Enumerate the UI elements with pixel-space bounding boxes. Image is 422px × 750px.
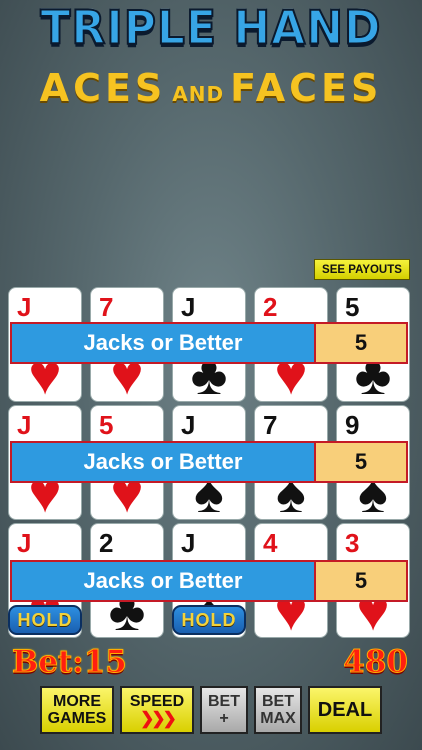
- bet-max-line2: MAX: [260, 710, 296, 727]
- card-rank: 7: [263, 410, 278, 440]
- more-games-line1: MORE: [53, 693, 101, 710]
- game-title-text: TRIPLE HAND: [39, 0, 382, 56]
- see-payouts-button[interactable]: SEE PAYOUTS: [314, 259, 410, 280]
- deal-button[interactable]: DEAL: [308, 686, 382, 734]
- hand-payout: 5: [316, 443, 406, 481]
- subtitle-aces: ACES: [39, 66, 167, 110]
- hand-result-label: Jacks or Better: [12, 324, 316, 362]
- card-rank: 9: [345, 410, 360, 440]
- card-rank: 4: [263, 528, 278, 558]
- hand-result-bar: Jacks or Better 5: [10, 560, 408, 602]
- bet-max-line1: BET: [262, 693, 294, 710]
- bet-plus-button[interactable]: BET +: [200, 686, 248, 734]
- bet-max-button[interactable]: BET MAX: [254, 686, 302, 734]
- bet-plus-line2: +: [219, 710, 229, 727]
- hold-badge[interactable]: HOLD: [8, 605, 82, 635]
- hand-result-label: Jacks or Better: [12, 443, 316, 481]
- hand-result-bar: Jacks or Better 5: [10, 322, 408, 364]
- bet-amount: Bet:15: [12, 644, 128, 681]
- subtitle-and: AND: [172, 82, 225, 106]
- card-rank: J: [17, 292, 32, 322]
- card-rank: J: [17, 410, 32, 440]
- game-subtitle: ACES AND FACES: [0, 66, 422, 122]
- game-title: TRIPLE HAND: [0, 0, 422, 56]
- more-games-button[interactable]: MORE GAMES: [40, 686, 114, 734]
- card-rank: 7: [99, 292, 114, 322]
- hand-result-label: Jacks or Better: [12, 562, 316, 600]
- card-rank: 3: [345, 528, 360, 558]
- speed-label: SPEED: [129, 693, 185, 710]
- credits-amount: 480: [343, 644, 409, 681]
- card-rank: J: [181, 528, 196, 558]
- hand-result-bar: Jacks or Better 5: [10, 441, 408, 483]
- speed-button[interactable]: SPEED ❯❯❯: [120, 686, 194, 734]
- card-rank: 5: [345, 292, 360, 322]
- card-rank: 2: [99, 528, 114, 558]
- card-rank: 5: [99, 410, 114, 440]
- subtitle-faces: FACES: [230, 66, 383, 110]
- deal-label: DEAL: [317, 698, 373, 721]
- card-rank: J: [17, 528, 32, 558]
- hand-payout: 5: [316, 324, 406, 362]
- card-rank: 2: [263, 292, 278, 322]
- bet-plus-line1: BET: [208, 693, 240, 710]
- hand-payout: 5: [316, 562, 406, 600]
- hold-badge[interactable]: HOLD: [172, 605, 246, 635]
- card-rank: J: [181, 410, 196, 440]
- more-games-line2: GAMES: [47, 710, 107, 727]
- chevrons-right-icon: ❯❯❯: [140, 709, 177, 728]
- card-rank: J: [181, 292, 196, 322]
